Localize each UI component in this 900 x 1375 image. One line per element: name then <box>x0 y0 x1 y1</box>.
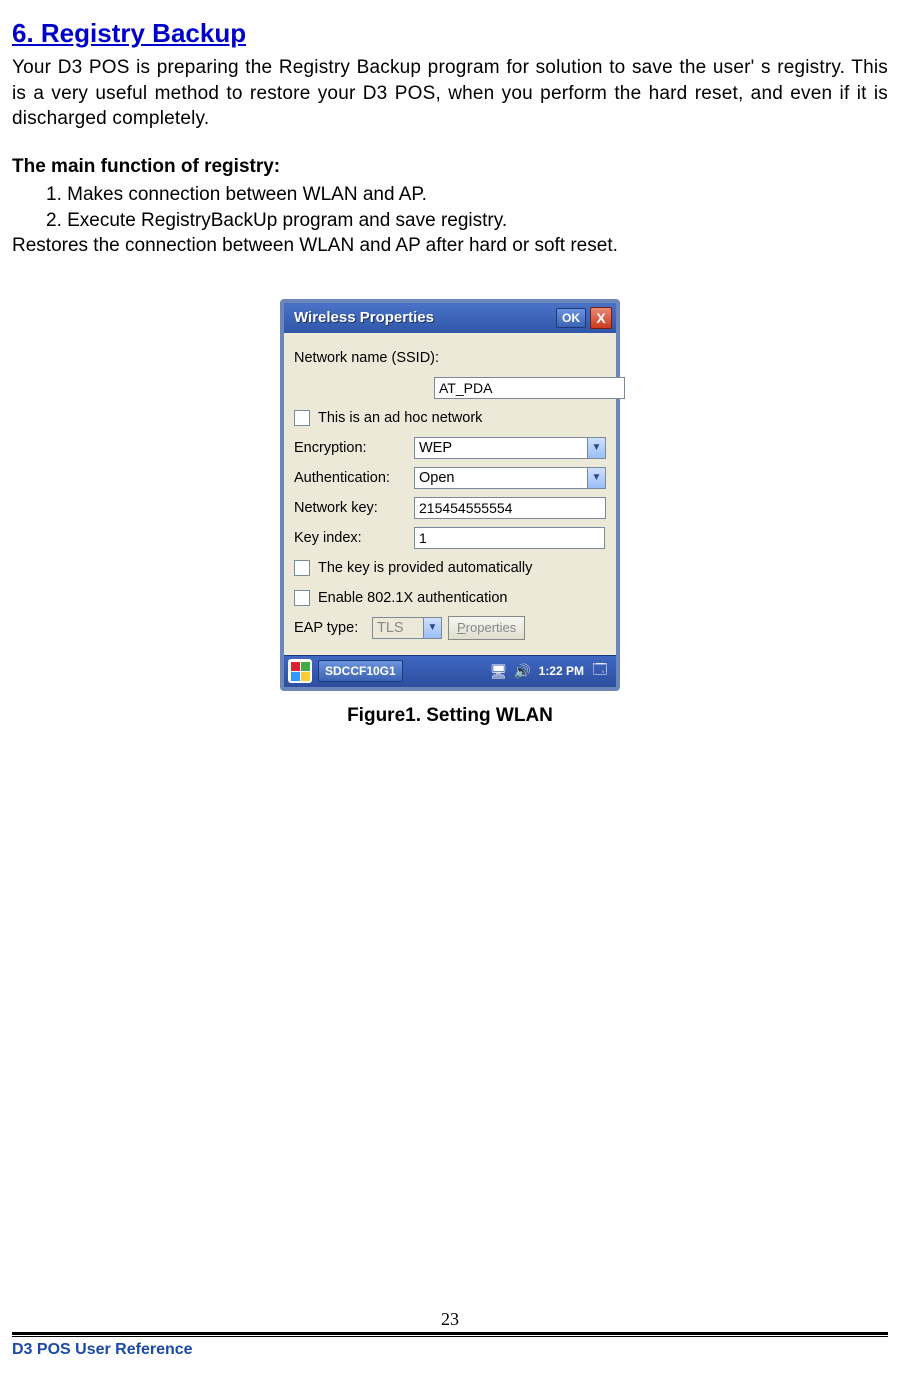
taskbar-clock: 1:22 PM <box>539 664 584 678</box>
eap-auth-label: Enable 802.1X authentication <box>318 590 507 606</box>
eap-type-label: EAP type: <box>294 620 372 636</box>
autokey-label: The key is provided automatically <box>318 560 532 576</box>
footer-divider <box>12 1332 888 1335</box>
authentication-select[interactable]: Open ▼ <box>414 467 606 489</box>
eap-checkbox[interactable] <box>294 590 310 606</box>
close-button[interactable]: X <box>590 307 612 329</box>
page-number: 23 <box>12 1309 888 1330</box>
taskbar: SDCCF10G1 🖥 🔊 1:22 PM 🗔 <box>284 655 616 687</box>
start-button[interactable] <box>288 659 312 683</box>
section-title: 6. Registry Backup <box>12 18 888 49</box>
network-key-label: Network key: <box>294 500 414 516</box>
network-key-input[interactable] <box>414 497 606 519</box>
properties-button: PPropertiesroperties <box>448 616 525 640</box>
key-index-label: Key index: <box>294 530 414 546</box>
adhoc-checkbox[interactable] <box>294 410 310 426</box>
network-tray-icon[interactable]: 🖥 <box>489 661 509 681</box>
autokey-checkbox[interactable] <box>294 560 310 576</box>
encryption-select[interactable]: WEP ▼ <box>414 437 606 459</box>
adhoc-label: This is an ad hoc network <box>318 410 482 426</box>
list-item-2: 2. Execute RegistryBackUp program and sa… <box>12 208 888 234</box>
intro-paragraph: Your D3 POS is preparing the Registry Ba… <box>12 55 888 132</box>
figure-caption: Figure1. Setting WLAN <box>12 705 888 727</box>
ssid-label: Network name (SSID): <box>294 350 439 366</box>
key-index-input[interactable] <box>414 527 605 549</box>
wireless-properties-dialog: Wireless Properties OK X Network name (S… <box>280 299 620 691</box>
ok-button[interactable]: OK <box>556 308 586 328</box>
restore-line: Restores the connection between WLAN and… <box>12 233 888 259</box>
volume-tray-icon[interactable]: 🔊 <box>513 661 533 681</box>
titlebar: Wireless Properties OK X <box>284 303 616 333</box>
eap-type-select: TLS ▼ <box>372 617 442 639</box>
encryption-label: Encryption: <box>294 440 414 456</box>
footer-reference: D3 POS User Reference <box>12 1341 888 1359</box>
subhead-main-function: The main function of registry: <box>12 156 888 178</box>
list-item-1: 1. Makes connection between WLAN and AP. <box>12 182 888 208</box>
ssid-input[interactable] <box>434 377 625 399</box>
taskbar-app[interactable]: SDCCF10G1 <box>318 660 403 682</box>
chevron-down-icon: ▼ <box>423 618 441 638</box>
desktop-tray-icon[interactable]: 🗔 <box>590 661 610 681</box>
chevron-down-icon: ▼ <box>587 438 605 458</box>
authentication-label: Authentication: <box>294 470 414 486</box>
dialog-title: Wireless Properties <box>288 309 556 326</box>
chevron-down-icon: ▼ <box>587 468 605 488</box>
